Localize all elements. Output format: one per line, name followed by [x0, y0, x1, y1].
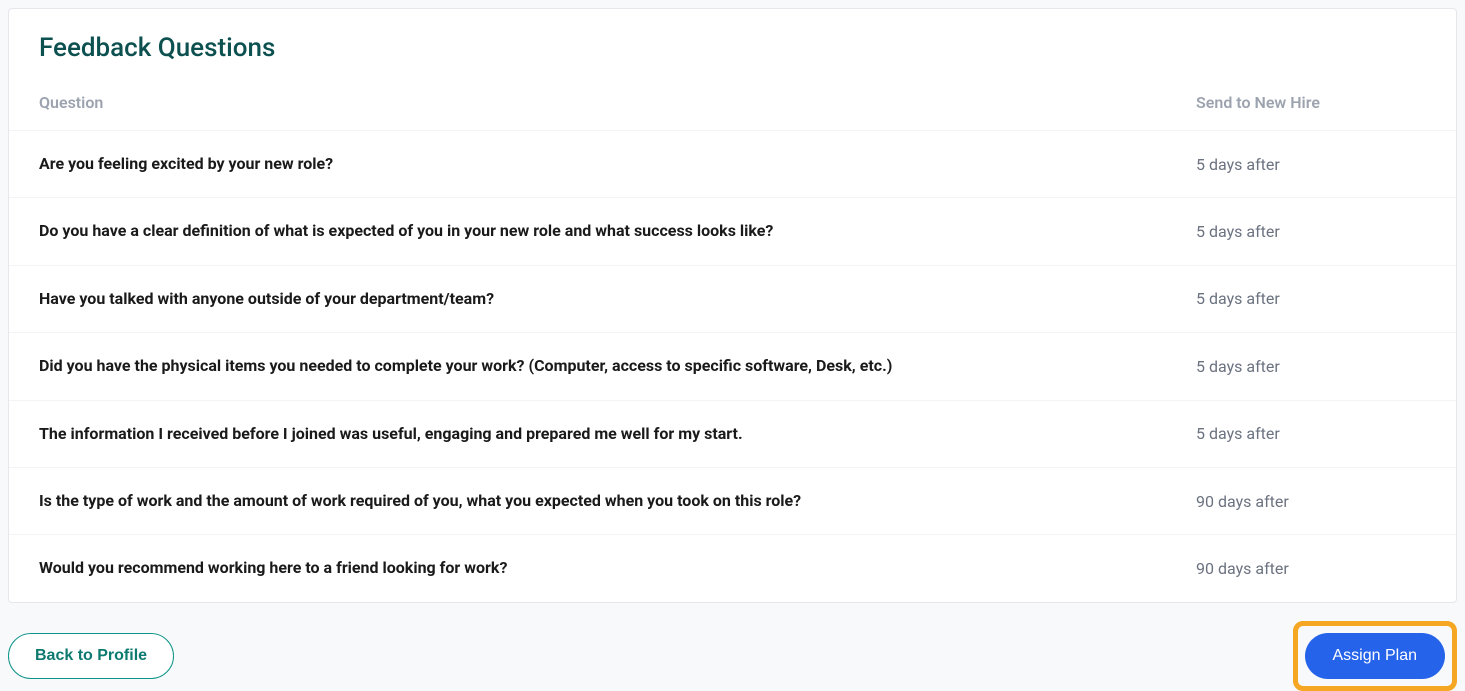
question-text: Would you recommend working here to a fr…	[39, 557, 1196, 579]
assign-plan-button[interactable]: Assign Plan	[1305, 633, 1446, 679]
question-text: Have you talked with anyone outside of y…	[39, 288, 1196, 310]
question-row: Did you have the physical items you need…	[9, 332, 1456, 399]
question-row: Have you talked with anyone outside of y…	[9, 265, 1456, 332]
question-text: Are you feeling excited by your new role…	[39, 153, 1196, 175]
question-row: The information I received before I join…	[9, 400, 1456, 467]
assign-highlight-wrapper: Assign Plan	[1293, 621, 1458, 691]
column-header-question: Question	[39, 93, 1196, 112]
question-text: The information I received before I join…	[39, 423, 1196, 445]
back-to-profile-button[interactable]: Back to Profile	[8, 633, 174, 679]
question-timing: 5 days after	[1196, 357, 1426, 376]
question-timing: 90 days after	[1196, 559, 1426, 578]
question-text: Is the type of work and the amount of wo…	[39, 490, 1196, 512]
footer: Back to Profile Assign Plan	[8, 603, 1457, 691]
feedback-questions-card: Feedback Questions Question Send to New …	[8, 8, 1457, 603]
question-text: Do you have a clear definition of what i…	[39, 220, 1196, 242]
question-row: Would you recommend working here to a fr…	[9, 534, 1456, 601]
column-header-send: Send to New Hire	[1196, 93, 1426, 112]
question-timing: 5 days after	[1196, 289, 1426, 308]
table-header: Question Send to New Hire	[9, 93, 1456, 130]
question-row: Are you feeling excited by your new role…	[9, 130, 1456, 197]
card-title: Feedback Questions	[9, 9, 1456, 93]
question-row: Is the type of work and the amount of wo…	[9, 467, 1456, 534]
question-timing: 5 days after	[1196, 424, 1426, 443]
question-row: Do you have a clear definition of what i…	[9, 197, 1456, 264]
question-timing: 5 days after	[1196, 222, 1426, 241]
question-timing: 5 days after	[1196, 155, 1426, 174]
question-text: Did you have the physical items you need…	[39, 355, 1196, 377]
question-timing: 90 days after	[1196, 492, 1426, 511]
